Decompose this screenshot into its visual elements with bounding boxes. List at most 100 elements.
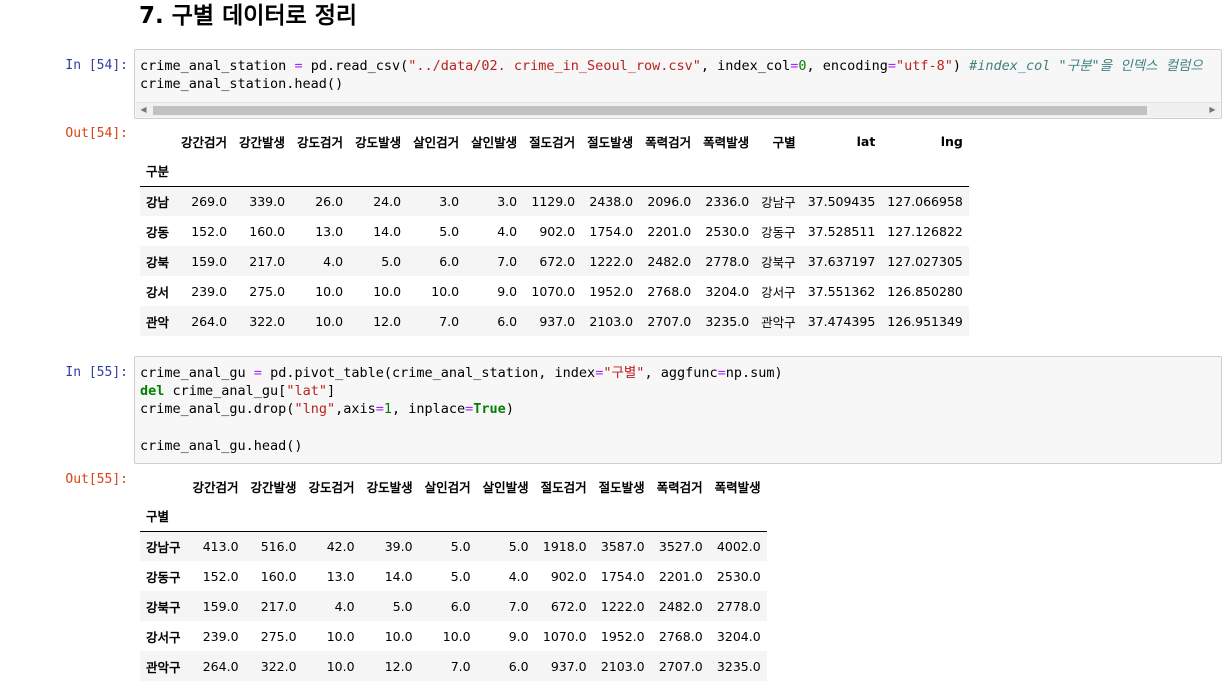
code-cell-54[interactable]: crime_anal_station = pd.read_csv("../dat… — [134, 49, 1222, 119]
table-cell: 7.0 — [508, 598, 529, 614]
table-cell: 4.0 — [323, 253, 344, 269]
table-cell: 7.0 — [497, 253, 518, 269]
scrollbar-thumb[interactable] — [153, 106, 1147, 115]
table-row: 강서 239.0 275.0 10.0 10.0 10.0 9.0 1070.0 1952.0 2… — [140, 276, 969, 306]
row-index-label: 강동구 — [146, 569, 181, 585]
table-cell: 2482.0 — [647, 253, 692, 269]
table-cell: 2201.0 — [658, 568, 703, 584]
index-name-header: 구별 — [146, 509, 170, 525]
table-cell: 2201.0 — [647, 223, 692, 239]
index-row-blank — [523, 156, 581, 186]
table-cell: 9.0 — [497, 283, 518, 299]
horizontal-scrollbar[interactable]: ◀ ▶ — [136, 102, 1220, 117]
table-cell: 강남구 — [761, 194, 796, 210]
table-cell: 10.0 — [373, 283, 402, 299]
index-row-blank — [881, 156, 969, 186]
table-cell: 516.0 — [260, 538, 297, 554]
column-header: 강간발생 — [239, 134, 286, 150]
table-cell: 4.0 — [497, 223, 518, 239]
table-row: 강남구 413.0 516.0 42.0 39.0 5.0 5.0 1918.0 3587.0 3… — [140, 531, 767, 561]
table-cell: 2438.0 — [589, 193, 634, 209]
table-cell: 5.0 — [439, 223, 460, 239]
table-cell: 2707.0 — [658, 658, 703, 674]
table-cell: 2768.0 — [658, 628, 703, 644]
table-cell: 10.0 — [326, 628, 355, 644]
column-header: 강간검거 — [192, 479, 239, 495]
index-row-blank — [535, 501, 593, 531]
row-index-label: 강서구 — [146, 629, 181, 645]
code-line: crime_anal_station = pd.read_csv("../dat… — [140, 58, 1203, 74]
column-header: 폭력검거 — [645, 134, 692, 150]
index-row-blank — [233, 156, 291, 186]
table-cell: 1918.0 — [542, 538, 587, 554]
table-row: 강동구 152.0 160.0 13.0 14.0 5.0 4.0 902.0 1754.0 22… — [140, 561, 767, 591]
index-row-blank — [465, 156, 523, 186]
index-row-blank — [419, 501, 477, 531]
table-cell: 2778.0 — [705, 253, 750, 269]
table-cell: 3587.0 — [600, 538, 645, 554]
table-cell: 37.528511 — [807, 223, 876, 239]
table-cell: 3.0 — [497, 193, 518, 209]
table-cell: 42.0 — [326, 538, 355, 554]
output-prompt-54: Out[54]: — [65, 126, 128, 141]
table-cell: 14.0 — [373, 223, 402, 239]
table-cell: 937.0 — [539, 313, 576, 329]
index-row-blank — [175, 156, 233, 186]
index-row-blank — [593, 501, 651, 531]
row-index-label: 강북구 — [146, 599, 181, 615]
table-cell: 3.0 — [439, 193, 460, 209]
code-line: crime_anal_station.head() — [140, 76, 344, 92]
row-index-label: 강북 — [146, 254, 170, 270]
table-cell: 37.474395 — [807, 313, 876, 329]
table-cell: 264.0 — [191, 313, 228, 329]
column-header: 강도검거 — [297, 134, 344, 150]
table-cell: 672.0 — [550, 598, 587, 614]
table-cell: 2336.0 — [705, 193, 750, 209]
table-cell: 1754.0 — [600, 568, 645, 584]
table-cell: 24.0 — [373, 193, 402, 209]
code-line: crime_anal_gu.drop("lng",axis=1, inplace… — [140, 401, 514, 417]
table-cell: 275.0 — [249, 283, 286, 299]
table-cell: 6.0 — [450, 598, 471, 614]
column-header: 살인발생 — [482, 479, 529, 495]
index-row-blank — [755, 156, 802, 186]
code-cell-55[interactable]: crime_anal_gu = pd.pivot_table(crime_ana… — [134, 356, 1222, 464]
output-prompt-55: Out[55]: — [65, 472, 128, 487]
table-cell: 37.551362 — [807, 283, 876, 299]
column-header: 절도검거 — [529, 134, 576, 150]
table-cell: 1222.0 — [589, 253, 634, 269]
table-cell: 6.0 — [439, 253, 460, 269]
table-row: 강동 152.0 160.0 13.0 14.0 5.0 4.0 902.0 1754.0 220… — [140, 216, 969, 246]
table-cell: 127.066958 — [887, 193, 963, 209]
scroll-right-icon[interactable]: ▶ — [1205, 103, 1220, 117]
input-prompt-55: In [55]: — [65, 365, 128, 380]
table-cell: 4002.0 — [716, 538, 761, 554]
table-cell: 126.951349 — [887, 313, 963, 329]
index-row-blank — [581, 156, 639, 186]
table-cell: 10.0 — [384, 628, 413, 644]
table-cell: 1070.0 — [531, 283, 576, 299]
table-cell: 1754.0 — [589, 223, 634, 239]
index-row-blank — [697, 156, 755, 186]
table-cell: 239.0 — [191, 283, 228, 299]
table-cell: 127.126822 — [887, 223, 963, 239]
column-header: lng — [940, 133, 963, 149]
table-cell: 217.0 — [260, 598, 297, 614]
scroll-left-icon[interactable]: ◀ — [136, 103, 151, 117]
row-index-label: 강서 — [146, 284, 170, 300]
column-header: 강도검거 — [308, 479, 355, 495]
table-cell: 2103.0 — [600, 658, 645, 674]
table-cell: 6.0 — [497, 313, 518, 329]
table-cell: 2530.0 — [716, 568, 761, 584]
column-header: 강도발생 — [366, 479, 413, 495]
table-cell: 2707.0 — [647, 313, 692, 329]
table-cell: 관악구 — [761, 314, 796, 330]
table-cell: 1129.0 — [531, 193, 576, 209]
table-cell: 10.0 — [315, 283, 344, 299]
dataframe-output-54: 강간검거 강간발생 강도검거 강도발생 살인검거 살인발생 절도검거 절도발생 폭력검거 폭력발생… — [140, 126, 969, 336]
table-cell: 13.0 — [326, 568, 355, 584]
table-cell: 937.0 — [550, 658, 587, 674]
table-cell: 902.0 — [550, 568, 587, 584]
table-cell: 159.0 — [202, 598, 239, 614]
table-cell: 672.0 — [539, 253, 576, 269]
